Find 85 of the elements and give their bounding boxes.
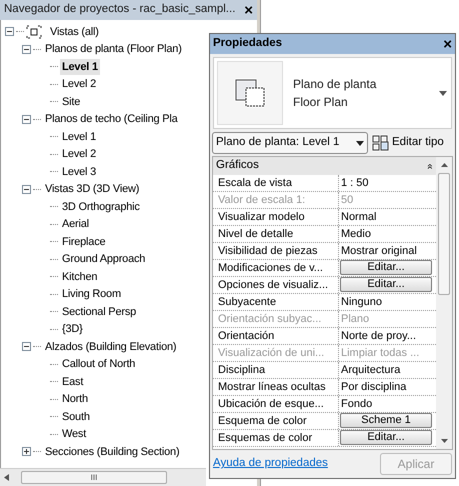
property-label: Visualizar modelo xyxy=(213,209,339,225)
tree-item[interactable]: Level 2 xyxy=(60,146,98,162)
tree-item[interactable]: Planos de planta (Floor Plan) xyxy=(43,41,184,58)
tree-item[interactable]: Level 1 xyxy=(60,128,98,145)
property-label: Orientación xyxy=(213,328,339,344)
property-label: Mostrar líneas ocultas xyxy=(213,379,339,395)
panel-title: Navegador de proyectos - rac_basic_sampl... xyxy=(4,2,236,18)
tree-item[interactable]: Ground Approach xyxy=(60,251,148,268)
tree-item[interactable]: Alzados (Building Elevation) xyxy=(43,338,178,355)
tree-item[interactable]: Sectional Persp xyxy=(60,304,138,320)
edit-type-icon xyxy=(372,135,389,151)
tree-item[interactable]: Aerial xyxy=(60,216,91,232)
property-label: Orientación subyac... xyxy=(213,311,339,327)
dropdown-arrow-icon xyxy=(439,90,447,96)
property-label: Escala de vista xyxy=(213,175,339,191)
tree-item[interactable]: 3D Orthographic xyxy=(60,198,142,215)
tree-item[interactable]: Living Room xyxy=(60,286,123,302)
property-value[interactable]: Arquitectura xyxy=(339,362,400,378)
collapse-toggle[interactable] xyxy=(5,27,14,36)
property-label: Ubicación de esque... xyxy=(213,396,339,412)
tree-item[interactable]: Level 3 xyxy=(60,164,98,180)
expand-toggle[interactable] xyxy=(22,447,31,456)
property-label: Visibilidad de piezas xyxy=(213,243,339,259)
property-button[interactable]: Editar... xyxy=(340,430,432,445)
tree-item[interactable]: Callout of North xyxy=(60,356,138,372)
scroll-up-icon[interactable] xyxy=(440,163,448,167)
collapse-group-icon[interactable]: » xyxy=(422,163,436,169)
property-value[interactable]: Medio xyxy=(339,226,371,242)
property-value[interactable]: Por disciplina xyxy=(339,379,406,395)
scrollbar-thumb[interactable] xyxy=(438,173,450,295)
view-icon xyxy=(26,24,42,39)
edit-type-button[interactable]: Editar tipo xyxy=(372,134,444,152)
property-label: Visualización de uni... xyxy=(213,345,339,361)
help-link[interactable]: Ayuda de propiedades xyxy=(213,455,328,473)
tree-item[interactable]: Site xyxy=(60,94,82,110)
property-label: Nivel de detalle xyxy=(213,226,339,242)
scrollbar-thumb[interactable]: III xyxy=(21,471,167,484)
group-title: Gráficos xyxy=(216,158,259,174)
property-label: Disciplina xyxy=(213,362,339,378)
tree-item[interactable]: Vistas (all) xyxy=(48,24,101,40)
property-value[interactable]: Normal xyxy=(339,209,376,225)
property-label: Valor de escala 1: xyxy=(213,192,339,208)
collapse-toggle[interactable] xyxy=(22,114,31,124)
scroll-left-icon[interactable] xyxy=(4,474,9,481)
property-label: Modificaciones de v... xyxy=(213,260,339,276)
vertical-scrollbar[interactable] xyxy=(436,157,452,449)
horizontal-scrollbar[interactable]: III xyxy=(0,468,206,486)
property-label: Subyacente xyxy=(213,294,339,310)
type-selector[interactable]: Plano de planta Floor Plan xyxy=(213,57,452,129)
tree-item[interactable]: South xyxy=(60,408,92,425)
close-button[interactable]: × xyxy=(244,2,253,18)
property-button[interactable]: Scheme 1 xyxy=(340,413,432,428)
instance-dropdown[interactable]: Plano de planta: Level 1 xyxy=(212,132,368,154)
property-value[interactable]: Ninguno xyxy=(339,294,382,310)
property-label: Esquema de color xyxy=(213,413,339,429)
tree-item[interactable]: Planos de techo (Ceiling Pla xyxy=(43,111,180,128)
close-button[interactable]: × xyxy=(443,36,452,52)
property-value[interactable]: 1 : 50 xyxy=(339,175,369,191)
scroll-down-icon[interactable] xyxy=(440,439,448,443)
floor-plan-icon xyxy=(235,78,265,108)
tree-item[interactable]: North xyxy=(60,391,90,408)
type-name: Plano de planta xyxy=(293,76,376,93)
property-label: Opciones de visualiz... xyxy=(213,277,339,293)
tree-item[interactable]: Fireplace xyxy=(60,234,108,250)
property-button[interactable]: Editar... xyxy=(340,277,432,292)
property-label: Esquemas de color xyxy=(213,430,339,446)
collapse-toggle[interactable] xyxy=(22,44,31,54)
collapse-toggle[interactable] xyxy=(22,342,31,352)
property-value[interactable]: Mostrar original xyxy=(339,243,417,259)
tree-item[interactable]: Level 2 xyxy=(60,76,98,92)
tree-item[interactable]: Level 1 xyxy=(60,58,100,75)
tree-item[interactable]: West xyxy=(60,426,88,442)
tree-item[interactable]: Kitchen xyxy=(60,268,100,285)
property-button[interactable]: Editar... xyxy=(340,260,432,275)
group-header[interactable]: Gráficos » xyxy=(213,157,436,175)
property-value[interactable]: Fondo xyxy=(339,396,372,412)
collapse-toggle[interactable] xyxy=(22,184,31,194)
dropdown-arrow-icon xyxy=(356,140,364,146)
tree-item[interactable]: Vistas 3D (3D View) xyxy=(43,181,142,198)
tree-item[interactable]: East xyxy=(60,374,86,390)
tree-item[interactable]: Secciones (Building Section) xyxy=(43,444,182,460)
property-value[interactable]: Norte de proy... xyxy=(339,328,416,344)
tree-item[interactable]: {3D} xyxy=(60,321,85,338)
panel-title: Propiedades xyxy=(213,36,282,52)
type-subname: Floor Plan xyxy=(293,94,349,111)
